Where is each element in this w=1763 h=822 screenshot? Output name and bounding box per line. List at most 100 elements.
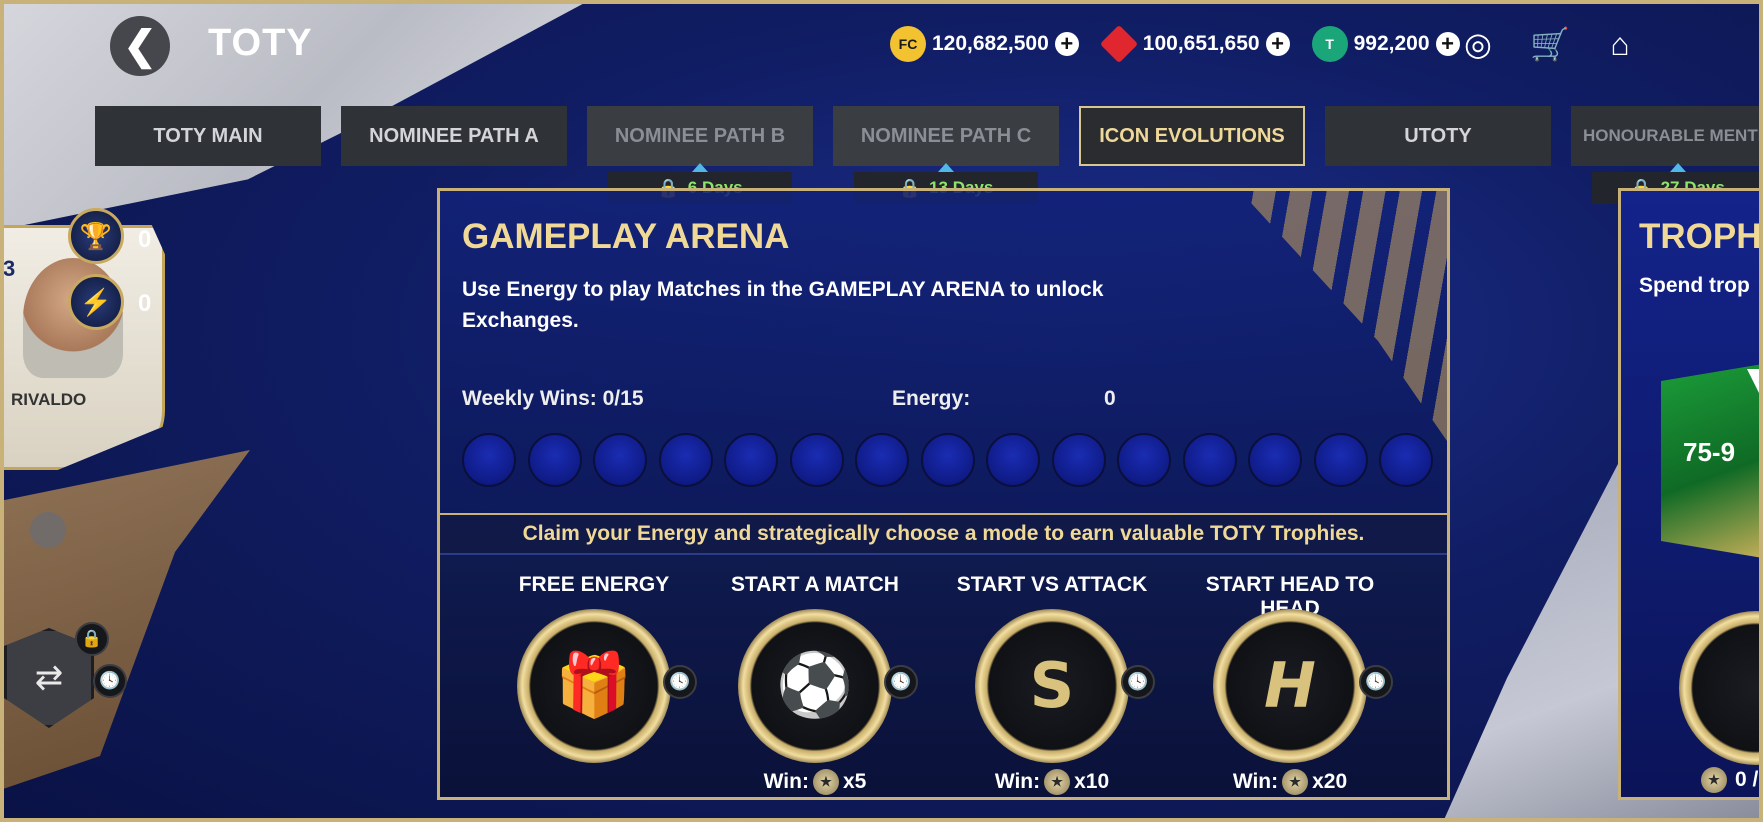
decor-dot	[30, 512, 66, 548]
pack-rating-range: 75-9	[1683, 437, 1736, 467]
mode-reward: Win: ★ x5	[700, 769, 930, 795]
win-multiplier: x5	[842, 770, 867, 793]
lock-icon: 🔒	[75, 622, 109, 656]
gift-box-icon: 🎁	[555, 651, 633, 720]
energy-count: 0	[138, 290, 152, 317]
add-points-button[interactable]: +	[1265, 32, 1290, 56]
tab-honourable-mentions[interactable]: HONOURABLE MENTIONS	[1571, 106, 1763, 166]
trophy-icon: ★	[1282, 769, 1309, 795]
tab-toty-main[interactable]: TOTY MAIN	[95, 106, 321, 166]
currency-coins-value: 120,682,500	[932, 32, 1049, 55]
win-slot	[1182, 433, 1237, 487]
win-slot	[527, 433, 582, 487]
win-multiplier: x10	[1074, 770, 1110, 793]
win-slot	[593, 433, 647, 487]
panel-title: GAMEPLAY ARENA	[462, 217, 790, 256]
win-slot	[855, 433, 909, 487]
mode-reward: Win: ★ x20	[1175, 769, 1405, 795]
start-vs-attack-button[interactable]: S	[975, 609, 1129, 763]
start-head-to-head-button[interactable]: H	[1213, 609, 1367, 763]
player-card[interactable]: 3 RIVALDO	[0, 225, 165, 470]
chevron-left-icon: ❮	[123, 24, 157, 68]
token-icon: T	[1311, 26, 1348, 62]
coin-icon: FC	[890, 26, 926, 62]
side-panel-title: TROPH	[1639, 217, 1762, 256]
clock-icon: 🕓	[1121, 665, 1155, 699]
clock-icon: 🕓	[884, 665, 918, 699]
target-icon[interactable]: ◎	[1458, 24, 1498, 64]
mode-selection: FREE ENERGY 🎁 🕓 START A MATCH ⚽ 🕓 Win: ★…	[440, 555, 1447, 797]
energy-badge-icon: ⚡	[68, 274, 124, 330]
mode-label: START A MATCH	[731, 573, 899, 596]
swap-arrows-icon: ⇄	[34, 659, 64, 697]
weekly-wins-label: Weekly Wins: 0/15	[462, 387, 644, 410]
trophy-progress: ★ 0 /	[1701, 767, 1758, 793]
football-icon: ⚽	[776, 651, 854, 720]
tab-nominee-path-c[interactable]: NOMINEE PATH C	[833, 106, 1059, 166]
currency-coins: FC 120,682,500 +	[890, 26, 1079, 62]
cart-icon[interactable]: 🛒	[1530, 24, 1570, 64]
win-multiplier: x20	[1312, 770, 1348, 793]
clock-icon: 🕓	[1359, 665, 1393, 699]
currency-points: 100,651,650 +	[1099, 24, 1290, 64]
win-slot	[462, 433, 516, 487]
energy-value: 0	[1104, 387, 1116, 410]
side-panel-description: Spend trop	[1639, 274, 1750, 297]
panel-description: Use Energy to play Matches in the GAMEPL…	[462, 278, 1104, 332]
mode-label: FREE ENERGY	[518, 573, 670, 596]
trophy-icon: ★	[812, 769, 839, 795]
win-slot	[1248, 433, 1302, 487]
win-slot	[1313, 433, 1368, 487]
win-label: Win:	[994, 770, 1041, 793]
head-to-head-icon: H	[1264, 649, 1316, 722]
mode-free-energy[interactable]: FREE ENERGY 🎁 🕓	[479, 555, 709, 797]
mode-start-head-to-head[interactable]: START HEAD TO HEAD H 🕓 Win: ★ x20	[1175, 555, 1405, 797]
win-slot	[724, 433, 778, 487]
trophy-icon: ★	[1044, 769, 1071, 795]
claim-instruction: Claim your Energy and strategically choo…	[440, 513, 1447, 555]
back-button[interactable]: ❮	[110, 16, 170, 76]
win-slot	[1379, 433, 1433, 487]
currency-bar: FC 120,682,500 + 100,651,650 + T 992,200…	[890, 24, 1460, 64]
mode-reward: Win: ★ x10	[937, 769, 1167, 795]
player-rating: 3	[3, 256, 16, 281]
win-label: Win:	[763, 770, 809, 793]
win-slot	[1051, 433, 1106, 487]
tab-icon-evolutions[interactable]: ICON EVOLUTIONS	[1079, 106, 1305, 166]
vs-attack-icon: S	[1029, 649, 1075, 722]
player-name: RIVALDO	[11, 390, 87, 409]
gem-icon	[1099, 24, 1138, 64]
currency-points-value: 100,651,650	[1142, 32, 1260, 55]
clock-icon: 🕓	[93, 664, 127, 698]
win-slot	[986, 433, 1040, 487]
tab-nominee-path-a[interactable]: NOMINEE PATH A	[341, 106, 567, 166]
start-match-button[interactable]: ⚽	[738, 609, 892, 763]
currency-tokens-value: 992,200	[1353, 32, 1430, 55]
tab-utoty[interactable]: UTOTY	[1325, 106, 1551, 166]
energy-label: Energy:	[892, 387, 971, 410]
trophy-progress-text: 0 /	[1735, 768, 1759, 791]
win-slot	[920, 433, 975, 487]
add-tokens-button[interactable]: +	[1435, 32, 1460, 56]
win-slot	[1117, 433, 1171, 487]
add-coins-button[interactable]: +	[1054, 32, 1079, 56]
trophy-count: 0	[138, 226, 152, 253]
gold-shards-decoration	[0, 450, 250, 790]
win-label: Win:	[1232, 770, 1279, 793]
win-slot	[789, 433, 844, 487]
tab-nominee-path-b[interactable]: NOMINEE PATH B	[587, 106, 813, 166]
home-icon[interactable]: ⌂	[1600, 24, 1640, 64]
page-title: TOTY	[208, 22, 313, 64]
mode-start-vs-attack[interactable]: START VS ATTACK S 🕓 Win: ★ x10	[937, 555, 1167, 797]
mode-start-match[interactable]: START A MATCH ⚽ 🕓 Win: ★ x5	[700, 555, 930, 797]
shop-button[interactable]	[1679, 611, 1763, 765]
gameplay-arena-panel: GAMEPLAY ARENA Use Energy to play Matche…	[437, 188, 1450, 800]
trophy-exchange-panel[interactable]: TROPH Spend trop ? 75-9 ★ 0 /	[1618, 188, 1763, 800]
win-slots	[462, 433, 1433, 487]
mode-label: START VS ATTACK	[956, 573, 1148, 596]
clock-icon: 🕓	[663, 665, 697, 699]
currency-tokens: T 992,200 +	[1311, 26, 1460, 62]
win-slot	[658, 433, 713, 487]
gold-rays-decoration	[1240, 191, 1447, 441]
free-energy-button[interactable]: 🎁	[517, 609, 671, 763]
